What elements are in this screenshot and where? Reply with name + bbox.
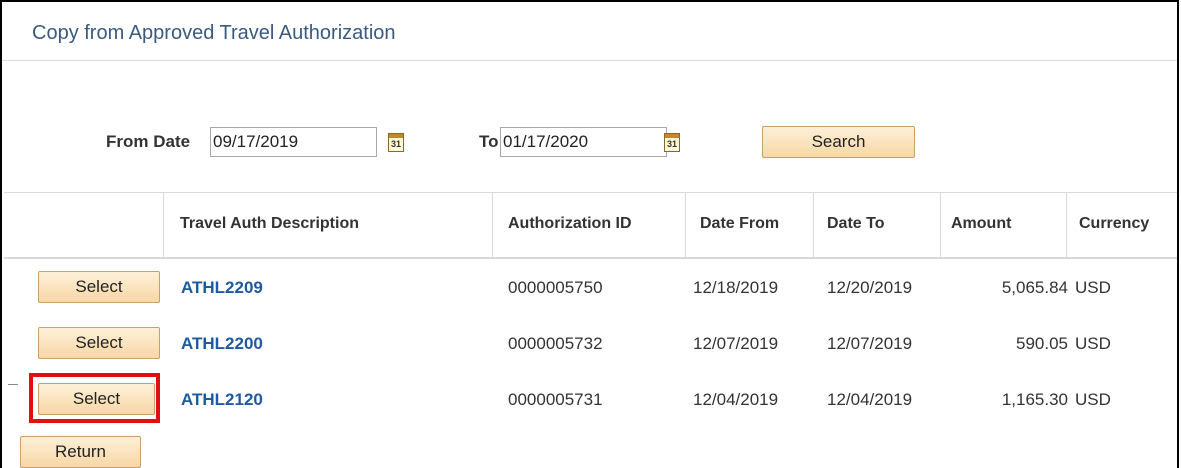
travel-auth-link[interactable]: ATHL2209 [181,278,263,298]
grid-col-divider [492,193,493,257]
date-to: 12/07/2019 [827,334,913,353]
grid-header-border [4,257,1177,259]
select-button[interactable]: Select [38,327,160,359]
grid-col-divider [813,193,814,257]
authorization-id: 0000005732 [508,334,603,353]
grid-col-divider [940,193,941,257]
column-header-currency[interactable]: Currency [1079,215,1149,233]
grid-col-divider [685,193,686,257]
amount: 590.05 [1016,334,1068,353]
column-header-date-to[interactable]: Date To [827,215,884,233]
from-date-input[interactable] [210,127,377,157]
travel-auth-link[interactable]: ATHL2200 [181,334,263,354]
to-date-calendar-icon[interactable]: 31 [664,133,680,152]
column-header-amount[interactable]: Amount [951,215,1011,233]
grid-col-divider [163,193,164,257]
amount: 5,065.84 [1001,278,1068,297]
column-header-authorization-id[interactable]: Authorization ID [508,215,632,233]
column-header-date-from[interactable]: Date From [700,215,779,233]
currency: USD [1075,390,1111,409]
search-button[interactable]: Search [762,126,915,158]
title-bar: Copy from Approved Travel Authorization [2,2,1177,61]
date-to: 12/20/2019 [827,278,913,297]
currency: USD [1075,334,1111,353]
amount: 1,165.30 [1001,390,1068,409]
currency: USD [1075,278,1111,297]
column-header-description[interactable]: Travel Auth Description [180,215,359,233]
authorization-id: 0000005731 [508,390,603,409]
page-title: Copy from Approved Travel Authorization [32,22,396,44]
selection-highlight [29,373,160,423]
to-date-label: To [479,132,499,151]
from-date-label: From Date [106,132,191,151]
return-button[interactable]: Return [20,436,141,468]
from-date-calendar-icon[interactable]: 31 [388,133,404,152]
grid-col-divider [1066,193,1067,257]
date-from: 12/18/2019 [693,278,779,297]
row-side-marker [8,384,18,385]
select-button[interactable]: Select [38,271,160,303]
date-from: 12/07/2019 [693,334,779,353]
travel-auth-link[interactable]: ATHL2120 [181,390,263,410]
date-to: 12/04/2019 [827,390,913,409]
to-date-input[interactable] [500,127,667,157]
date-from: 12/04/2019 [693,390,779,409]
authorization-id: 0000005750 [508,278,603,297]
